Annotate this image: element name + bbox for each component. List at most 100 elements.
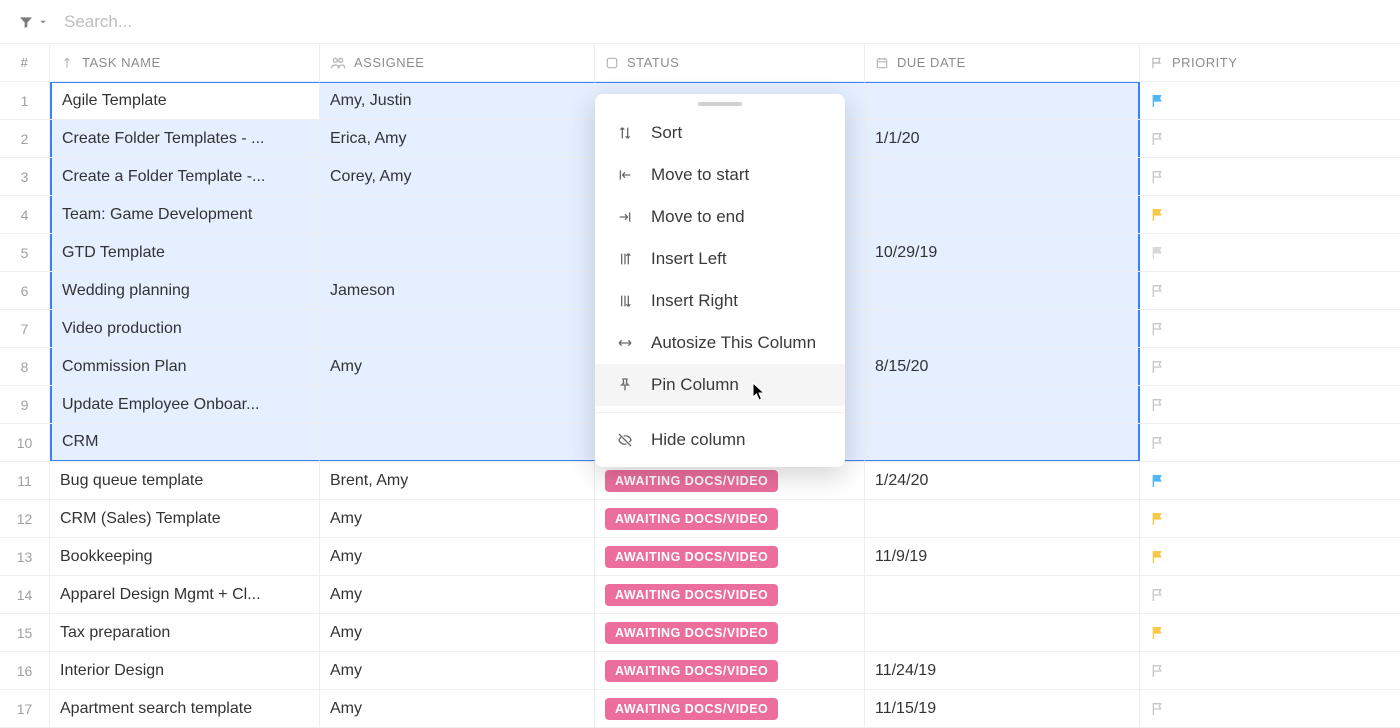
priority-cell[interactable]: [1140, 120, 1400, 157]
task-name-cell[interactable]: Create Folder Templates - ...: [50, 120, 320, 157]
priority-cell[interactable]: [1140, 310, 1400, 347]
assignee-cell[interactable]: Amy: [320, 576, 595, 613]
priority-cell[interactable]: [1140, 234, 1400, 271]
due-date-cell[interactable]: [865, 196, 1140, 233]
column-header-number[interactable]: #: [0, 44, 50, 81]
task-name-cell[interactable]: Bug queue template: [50, 462, 320, 499]
row-number[interactable]: 17: [0, 690, 50, 727]
priority-cell[interactable]: [1140, 652, 1400, 689]
task-name-cell[interactable]: Agile Template: [50, 82, 320, 119]
priority-cell[interactable]: [1140, 614, 1400, 651]
due-date-cell[interactable]: [865, 500, 1140, 537]
menu-item-move-end[interactable]: Move to end: [595, 196, 845, 238]
assignee-cell[interactable]: Corey, Amy: [320, 158, 595, 195]
assignee-cell[interactable]: Amy: [320, 500, 595, 537]
assignee-cell[interactable]: [320, 196, 595, 233]
task-name-cell[interactable]: Wedding planning: [50, 272, 320, 309]
due-date-cell[interactable]: [865, 576, 1140, 613]
task-name-cell[interactable]: Create a Folder Template -...: [50, 158, 320, 195]
row-number[interactable]: 6: [0, 272, 50, 309]
priority-cell[interactable]: [1140, 196, 1400, 233]
assignee-cell[interactable]: Amy: [320, 538, 595, 575]
row-number[interactable]: 3: [0, 158, 50, 195]
priority-cell[interactable]: [1140, 424, 1400, 461]
status-cell[interactable]: AWAITING DOCS/VIDEO: [595, 538, 865, 575]
priority-cell[interactable]: [1140, 462, 1400, 499]
assignee-cell[interactable]: Amy: [320, 614, 595, 651]
assignee-cell[interactable]: [320, 386, 595, 423]
row-number[interactable]: 9: [0, 386, 50, 423]
menu-item-move-start[interactable]: Move to start: [595, 154, 845, 196]
task-name-cell[interactable]: Commission Plan: [50, 348, 320, 385]
assignee-cell[interactable]: [320, 424, 595, 461]
task-name-cell[interactable]: Update Employee Onboar...: [50, 386, 320, 423]
due-date-cell[interactable]: [865, 82, 1140, 119]
status-cell[interactable]: AWAITING DOCS/VIDEO: [595, 576, 865, 613]
due-date-cell[interactable]: 11/9/19: [865, 538, 1140, 575]
row-number[interactable]: 2: [0, 120, 50, 157]
assignee-cell[interactable]: Amy, Justin: [320, 82, 595, 119]
row-number[interactable]: 1: [0, 82, 50, 119]
column-header-due-date[interactable]: DUE DATE: [865, 44, 1140, 81]
task-name-cell[interactable]: Apparel Design Mgmt + Cl...: [50, 576, 320, 613]
priority-cell[interactable]: [1140, 538, 1400, 575]
priority-cell[interactable]: [1140, 82, 1400, 119]
task-name-cell[interactable]: GTD Template: [50, 234, 320, 271]
task-name-cell[interactable]: CRM: [50, 424, 320, 461]
status-cell[interactable]: AWAITING DOCS/VIDEO: [595, 614, 865, 651]
row-number[interactable]: 7: [0, 310, 50, 347]
due-date-cell[interactable]: [865, 386, 1140, 423]
due-date-cell[interactable]: [865, 272, 1140, 309]
priority-cell[interactable]: [1140, 576, 1400, 613]
task-name-cell[interactable]: Video production: [50, 310, 320, 347]
menu-item-pin[interactable]: Pin Column: [595, 364, 845, 406]
column-header-priority[interactable]: PRIORITY: [1140, 44, 1400, 81]
assignee-cell[interactable]: [320, 234, 595, 271]
row-number[interactable]: 5: [0, 234, 50, 271]
status-cell[interactable]: AWAITING DOCS/VIDEO: [595, 690, 865, 727]
task-name-cell[interactable]: Interior Design: [50, 652, 320, 689]
assignee-cell[interactable]: Amy: [320, 348, 595, 385]
column-header-task[interactable]: TASK NAME: [50, 44, 320, 81]
row-number[interactable]: 4: [0, 196, 50, 233]
due-date-cell[interactable]: [865, 310, 1140, 347]
status-cell[interactable]: AWAITING DOCS/VIDEO: [595, 462, 865, 499]
task-name-cell[interactable]: Tax preparation: [50, 614, 320, 651]
menu-item-sort[interactable]: Sort: [595, 112, 845, 154]
priority-cell[interactable]: [1140, 500, 1400, 537]
row-number[interactable]: 13: [0, 538, 50, 575]
row-number[interactable]: 12: [0, 500, 50, 537]
column-header-status[interactable]: STATUS: [595, 44, 865, 81]
status-cell[interactable]: AWAITING DOCS/VIDEO: [595, 500, 865, 537]
drag-handle[interactable]: [698, 102, 742, 106]
task-name-cell[interactable]: Team: Game Development: [50, 196, 320, 233]
assignee-cell[interactable]: Brent, Amy: [320, 462, 595, 499]
priority-cell[interactable]: [1140, 690, 1400, 727]
row-number[interactable]: 16: [0, 652, 50, 689]
menu-item-hide[interactable]: Hide column: [595, 419, 845, 461]
due-date-cell[interactable]: 1/24/20: [865, 462, 1140, 499]
assignee-cell[interactable]: Amy: [320, 690, 595, 727]
column-header-assignee[interactable]: ASSIGNEE: [320, 44, 595, 81]
due-date-cell[interactable]: 10/29/19: [865, 234, 1140, 271]
menu-item-insert-right[interactable]: Insert Right: [595, 280, 845, 322]
menu-item-autosize[interactable]: Autosize This Column: [595, 322, 845, 364]
due-date-cell[interactable]: 11/15/19: [865, 690, 1140, 727]
priority-cell[interactable]: [1140, 348, 1400, 385]
row-number[interactable]: 15: [0, 614, 50, 651]
assignee-cell[interactable]: Amy: [320, 652, 595, 689]
due-date-cell[interactable]: 1/1/20: [865, 120, 1140, 157]
task-name-cell[interactable]: Apartment search template: [50, 690, 320, 727]
menu-item-insert-left[interactable]: Insert Left: [595, 238, 845, 280]
search-input[interactable]: [62, 11, 362, 33]
due-date-cell[interactable]: [865, 614, 1140, 651]
due-date-cell[interactable]: [865, 158, 1140, 195]
row-number[interactable]: 10: [0, 424, 50, 461]
priority-cell[interactable]: [1140, 272, 1400, 309]
row-number[interactable]: 11: [0, 462, 50, 499]
row-number[interactable]: 8: [0, 348, 50, 385]
assignee-cell[interactable]: Jameson: [320, 272, 595, 309]
task-name-cell[interactable]: CRM (Sales) Template: [50, 500, 320, 537]
assignee-cell[interactable]: [320, 310, 595, 347]
filter-button[interactable]: [18, 14, 48, 30]
